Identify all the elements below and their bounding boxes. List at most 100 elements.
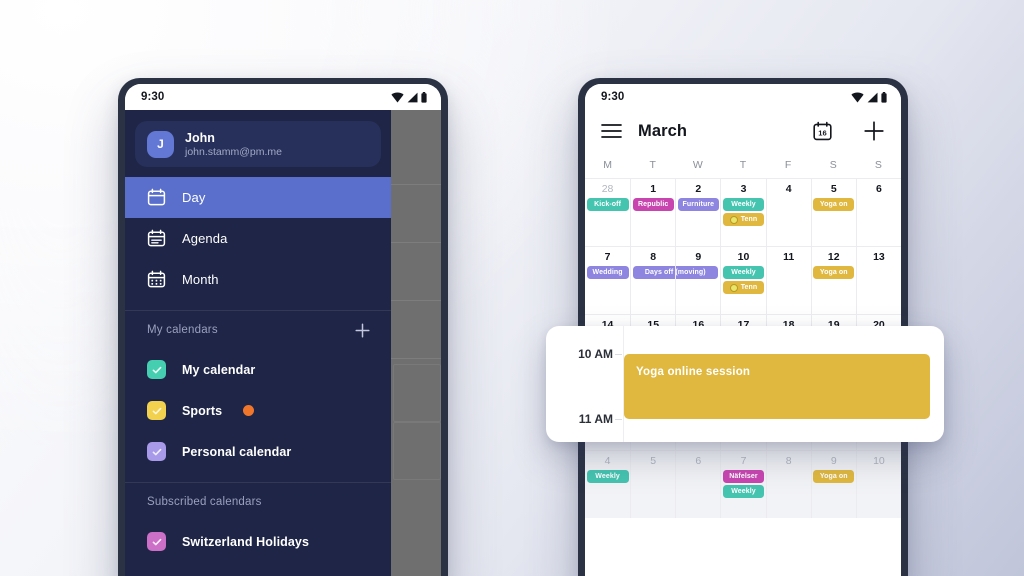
calendar-day-cell[interactable]: 10 Weekly Tenn: [720, 247, 765, 314]
time-label-end: 11 AM: [578, 412, 623, 426]
calendar-day-cell[interactable]: 2 Furniture: [675, 179, 720, 246]
event-chip-list: Republic: [631, 198, 675, 213]
event-chip[interactable]: Weekly: [586, 470, 629, 483]
check-icon: [152, 366, 161, 373]
tennis-ball-icon: [729, 215, 738, 224]
calendar-day-cell[interactable]: 3 Weekly Tenn: [720, 179, 765, 246]
calendar-day-cell[interactable]: 8: [765, 451, 811, 518]
event-chip[interactable]: Kick-off: [586, 198, 629, 211]
signal-icon: [407, 92, 418, 102]
right-status-bar: 9:30: [585, 84, 901, 110]
calendar-day-cell[interactable]: 9 Yoga on: [810, 451, 856, 518]
calendar-day-cell[interactable]: 10: [855, 451, 901, 518]
calendar-month-icon: [147, 270, 166, 288]
tennis-ball-icon: [729, 283, 738, 292]
day-number: 10: [737, 251, 750, 263]
sidebar-item-day[interactable]: Day: [125, 177, 391, 218]
checkbox[interactable]: [147, 532, 166, 551]
account-email: john.stamm@pm.me: [185, 145, 283, 158]
time-label-start: 10 AM: [578, 347, 622, 361]
calendar-day-cell[interactable]: 7 Wedding: [585, 247, 630, 314]
today-button[interactable]: 16: [812, 121, 833, 142]
event-block-yoga[interactable]: Yoga online session: [624, 354, 930, 419]
day-number: 7: [604, 251, 611, 263]
navigation-drawer: J John john.stamm@pm.me Day Agenda Month…: [125, 110, 391, 576]
event-chip[interactable]: Yoga on: [813, 470, 855, 483]
day-number: 13: [873, 251, 885, 263]
calendar-item-switzerland-holidays[interactable]: Switzerland Holidays: [125, 521, 391, 562]
event-chip-label: Wedding: [592, 269, 623, 276]
day-number: 9: [830, 455, 837, 467]
calendar-day-icon: [147, 188, 166, 206]
plus-icon[interactable]: [863, 120, 885, 142]
calendar-day-cell[interactable]: 11: [765, 247, 811, 314]
popup-body: Yoga online session: [624, 326, 944, 442]
event-chip[interactable]: Näfelser: [722, 470, 765, 483]
weekday-label: T: [649, 159, 656, 171]
weekday-label: S: [829, 159, 837, 171]
event-chip-label: Weekly: [595, 473, 620, 480]
left-status-bar: 9:30: [125, 84, 441, 110]
ghost-cell: [393, 364, 441, 422]
event-chip-label: Tenn: [740, 284, 758, 291]
event-chip-list: Weekly: [585, 470, 630, 485]
calendar-agenda-icon: [147, 229, 166, 247]
basketball-icon: [243, 405, 255, 416]
status-icons: [391, 91, 427, 103]
checkbox[interactable]: [147, 401, 166, 420]
account-row[interactable]: J John john.stamm@pm.me: [135, 121, 381, 167]
calendar-day-cell[interactable]: 12 Yoga on: [810, 247, 856, 314]
time-gutter: 10 AM 11 AM: [546, 326, 624, 442]
calendar-day-cell[interactable]: 13: [855, 247, 901, 314]
sidebar-item-agenda[interactable]: Agenda: [125, 218, 391, 259]
event-chip[interactable]: Republic: [632, 198, 674, 211]
calendar-day-cell[interactable]: 7 Näfelser Weekly: [720, 451, 765, 518]
calendar-day-cell[interactable]: 4 Weekly: [585, 451, 630, 518]
calendar-day-cell[interactable]: 1 Republic: [630, 179, 675, 246]
calendar-item-my-calendar[interactable]: My calendar: [125, 349, 391, 390]
checkbox[interactable]: [147, 442, 166, 461]
calendar-item-sports[interactable]: Sports: [125, 390, 391, 431]
checkbox[interactable]: [147, 360, 166, 379]
event-chip[interactable]: Furniture: [677, 198, 719, 211]
account-name: John: [185, 130, 215, 145]
event-chip[interactable]: Yoga on: [813, 266, 855, 279]
event-chip-list: Wedding: [585, 266, 630, 281]
event-chip[interactable]: Weekly: [722, 485, 765, 498]
calendar-day-cell[interactable]: 6: [675, 451, 720, 518]
section-title: Subscribed calendars: [147, 496, 262, 508]
event-chip[interactable]: Tenn: [722, 213, 765, 226]
event-chip[interactable]: Wedding: [586, 266, 629, 279]
status-icons: [851, 91, 887, 103]
calendar-today-icon: 16: [813, 121, 832, 140]
calendar-day-cell[interactable]: 6: [855, 179, 901, 246]
event-chip[interactable]: Weekly: [722, 266, 765, 279]
event-chip-label: Yoga on: [819, 201, 848, 208]
calendar-day-cell[interactable]: 4: [765, 179, 811, 246]
check-icon: [152, 448, 161, 455]
plus-icon[interactable]: [354, 322, 371, 339]
event-chip-label: Weekly: [731, 201, 756, 208]
hamburger-menu-icon[interactable]: [601, 123, 622, 139]
calendar-day-cell[interactable]: 5 Yoga on: [810, 179, 856, 246]
weekday-header: M T W T F S S: [585, 152, 901, 178]
event-chip-label: Furniture: [682, 201, 715, 208]
calendar-day-cell[interactable]: 28 Kick-off: [585, 179, 630, 246]
wifi-icon: [391, 92, 404, 102]
battery-icon: [421, 91, 427, 103]
event-chip[interactable]: Yoga on: [813, 198, 855, 211]
sidebar-item-label: Day: [182, 190, 206, 205]
avatar: J: [147, 130, 174, 158]
event-chip[interactable]: Weekly: [722, 198, 765, 211]
event-chip-label: Kick-off: [594, 201, 621, 208]
calendar-day-cell[interactable]: 9: [675, 247, 720, 314]
day-number: 5: [830, 183, 837, 195]
calendar-day-cell[interactable]: 8 Days off (moving): [630, 247, 718, 314]
calendar-day-cell[interactable]: 5: [630, 451, 675, 518]
event-chip[interactable]: Tenn: [722, 281, 765, 294]
event-chip-list: Näfelser Weekly: [721, 470, 765, 500]
event-chip-list: Kick-off: [585, 198, 630, 213]
calendar-item-personal-calendar[interactable]: Personal calendar: [125, 431, 391, 472]
weekday-label: S: [874, 159, 882, 171]
sidebar-item-month[interactable]: Month: [125, 259, 391, 300]
